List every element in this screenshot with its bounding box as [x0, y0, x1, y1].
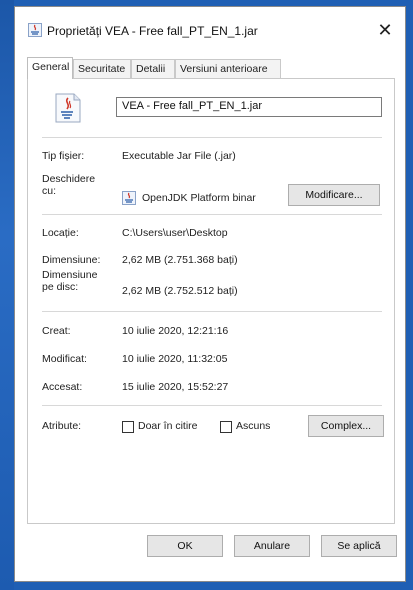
readonly-label: Doar în citire	[138, 420, 198, 432]
window-title: Proprietăți VEA - Free fall_PT_EN_1.jar	[47, 24, 258, 38]
size-on-disk-value: 2,62 MB (2.752.512 bați)	[122, 285, 238, 297]
java-file-icon	[55, 93, 81, 123]
file-type-label: Tip fișier:	[42, 150, 85, 162]
ok-button[interactable]: OK	[147, 535, 223, 557]
properties-dialog: Proprietăți VEA - Free fall_PT_EN_1.jar …	[14, 6, 406, 582]
size-label: Dimensiune:	[42, 254, 101, 266]
created-label: Creat:	[42, 325, 71, 337]
cancel-button[interactable]: Anulare	[234, 535, 310, 557]
modified-value: 10 iulie 2020, 11:32:05	[122, 353, 228, 365]
divider	[42, 311, 382, 312]
readonly-checkbox[interactable]	[122, 421, 134, 433]
hidden-label: Ascuns	[236, 420, 271, 432]
divider	[42, 137, 382, 138]
location-label: Locație:	[42, 227, 79, 239]
accessed-label: Accesat:	[42, 381, 83, 393]
size-on-disk-label: Dimensiune pe disc:	[42, 269, 98, 293]
tab-details[interactable]: Detalii	[131, 59, 175, 78]
accessed-value: 15 iulie 2020, 15:52:27	[122, 381, 229, 393]
tab-bar: General Securitate Detalii Versiuni ante…	[27, 57, 397, 79]
file-type-value: Executable Jar File (.jar)	[122, 150, 236, 162]
attributes-label: Atribute:	[42, 420, 82, 432]
advanced-button[interactable]: Complex...	[308, 415, 384, 437]
java-app-icon	[122, 191, 136, 205]
modified-label: Modificat:	[42, 353, 87, 365]
change-button[interactable]: Modificare...	[288, 184, 380, 206]
title-bar[interactable]: Proprietăți VEA - Free fall_PT_EN_1.jar …	[15, 7, 405, 47]
location-value: C:\Users\user\Desktop	[122, 227, 228, 239]
tab-general[interactable]: General	[27, 57, 73, 79]
created-value: 10 iulie 2020, 12:21:16	[122, 325, 229, 337]
size-value: 2,62 MB (2.751.368 bați)	[122, 254, 238, 266]
opens-with-label: Deschidere cu:	[42, 173, 96, 197]
apply-button[interactable]: Se aplică	[321, 535, 397, 557]
divider	[42, 214, 382, 215]
close-button[interactable]: ✕	[365, 15, 405, 45]
opens-with-value: OpenJDK Platform binar	[142, 192, 256, 204]
jar-file-icon	[28, 23, 42, 37]
divider	[42, 405, 382, 406]
file-name-input[interactable]: VEA - Free fall_PT_EN_1.jar	[116, 97, 382, 117]
desktop-background	[0, 0, 14, 590]
general-panel: VEA - Free fall_PT_EN_1.jar Tip fișier: …	[27, 78, 395, 524]
hidden-checkbox[interactable]	[220, 421, 232, 433]
tab-security[interactable]: Securitate	[73, 59, 131, 78]
tab-previous-versions[interactable]: Versiuni anterioare	[175, 59, 281, 78]
